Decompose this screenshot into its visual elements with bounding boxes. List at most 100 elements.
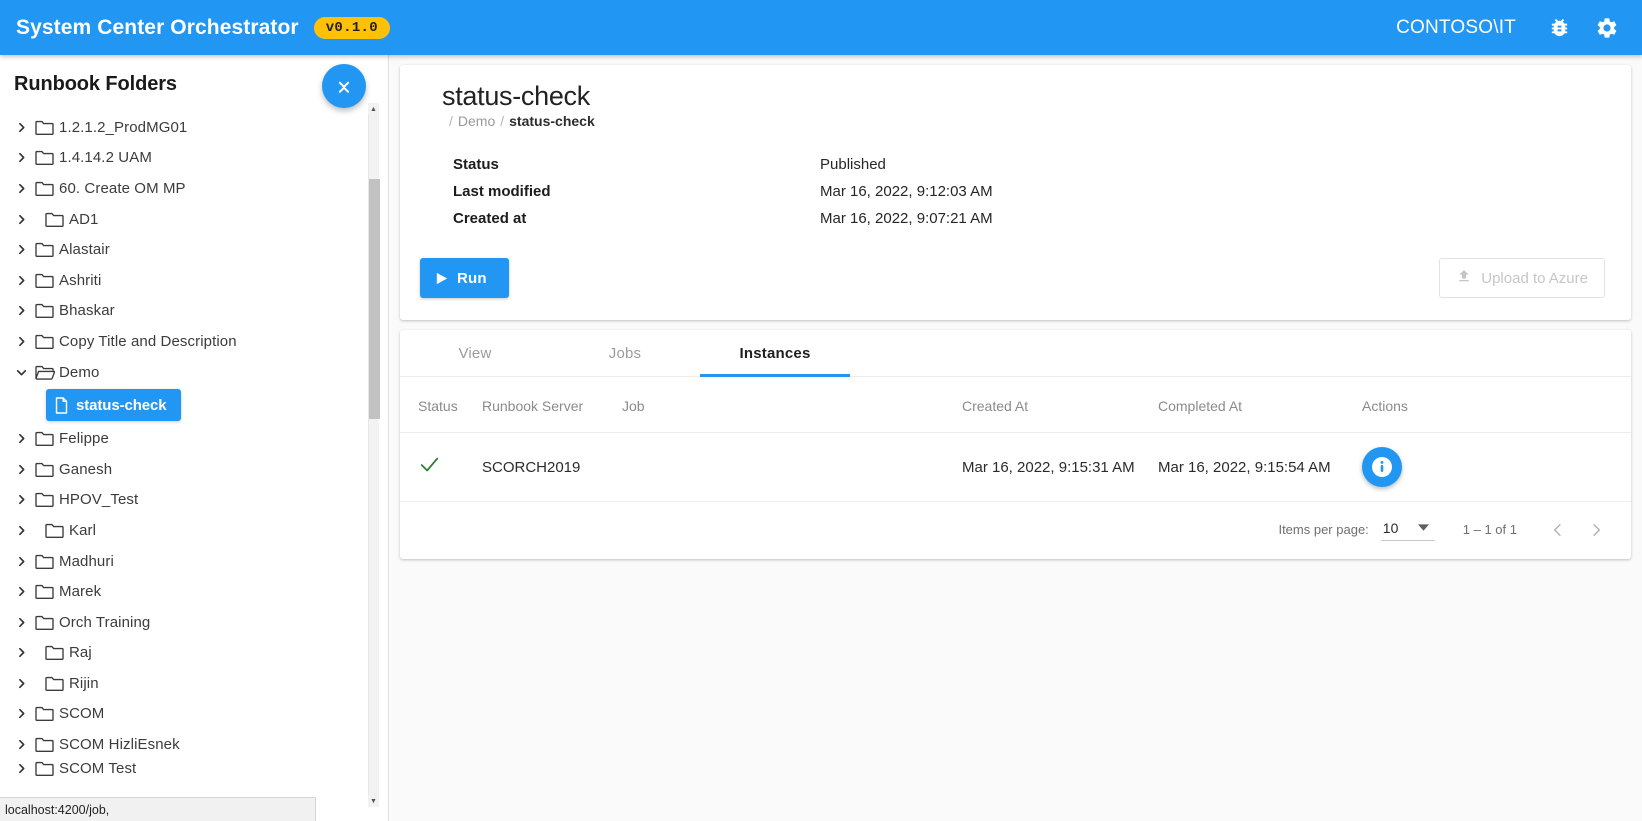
- tree-item-label: Felippe: [59, 430, 109, 447]
- tree-item-folder[interactable]: HPOV_Test: [0, 485, 388, 516]
- tree-item-runbook-selected[interactable]: status-check: [46, 389, 181, 421]
- tree-item-folder[interactable]: Marek: [0, 576, 388, 607]
- tree-item-folder[interactable]: Alastair: [0, 234, 388, 265]
- tree-item-label: HPOV_Test: [59, 491, 138, 508]
- main-content: status-check /Demo/status-check Status P…: [389, 55, 1642, 821]
- tree-item-label: Marek: [59, 583, 101, 600]
- run-button[interactable]: Run: [420, 258, 509, 298]
- top-app-bar: System Center Orchestrator v0.1.0 CONTOS…: [0, 0, 1642, 55]
- scroll-up-arrow[interactable]: ▲: [368, 103, 379, 115]
- tree-item-folder[interactable]: SCOM Test: [0, 760, 388, 778]
- chevron-right-icon[interactable]: [8, 493, 34, 506]
- cell-status: [400, 433, 482, 502]
- runbook-folders-sidebar: Runbook Folders 1.2.1.2_ProdMG01: [0, 55, 389, 821]
- tree-item-folder[interactable]: 60. Create OM MP: [0, 173, 388, 204]
- paginator: Items per page: 10 1 – 1 of 1: [400, 502, 1631, 557]
- tree-item-label: status-check: [76, 397, 167, 414]
- breadcrumb-parent[interactable]: Demo: [458, 113, 495, 129]
- tree-item-folder[interactable]: 1.2.1.2_ProdMG01: [0, 112, 388, 143]
- chevron-right-icon[interactable]: [8, 463, 34, 476]
- chevron-right-icon[interactable]: [8, 646, 34, 659]
- tree-item-folder[interactable]: SCOM: [0, 699, 388, 730]
- upload-to-azure-button[interactable]: Upload to Azure: [1439, 258, 1605, 298]
- tree-item-label: Copy Title and Description: [59, 333, 237, 350]
- chevron-right-icon[interactable]: [8, 585, 34, 598]
- chevron-right-icon[interactable]: [8, 707, 34, 720]
- folder-icon: [34, 491, 55, 508]
- metadata-value: Mar 16, 2022, 9:12:03 AM: [820, 183, 993, 200]
- app-title: System Center Orchestrator: [16, 16, 299, 40]
- column-header-created-at: Created At: [962, 377, 1158, 433]
- tree-item-folder[interactable]: Raj: [0, 638, 388, 669]
- metadata-key: Last modified: [420, 183, 820, 200]
- chevron-right-icon[interactable]: [8, 677, 34, 690]
- upload-icon: [1456, 268, 1472, 288]
- current-user-label: CONTOSO\IT: [1396, 17, 1516, 39]
- tree-item-folder[interactable]: Madhuri: [0, 546, 388, 577]
- chevron-right-icon[interactable]: [8, 182, 34, 195]
- column-header-runbook-server: Runbook Server: [482, 377, 622, 433]
- tree-item-label: Demo: [59, 364, 99, 381]
- chevron-down-icon: [1418, 519, 1429, 537]
- next-page-button[interactable]: [1577, 511, 1615, 549]
- tree-item-label: 1.4.14.2 UAM: [59, 149, 152, 166]
- chevron-right-icon[interactable]: [8, 213, 34, 226]
- tab-view[interactable]: View: [400, 330, 550, 376]
- collapse-all-button[interactable]: [322, 64, 366, 108]
- info-button[interactable]: [1362, 447, 1402, 487]
- runbook-metadata: Status Published Last modified Mar 16, 2…: [420, 151, 1611, 232]
- items-per-page-select[interactable]: 10: [1381, 519, 1435, 541]
- tab-instances[interactable]: Instances: [700, 330, 850, 376]
- tree-item-folder[interactable]: 1.4.14.2 UAM: [0, 143, 388, 174]
- table-head: Status Runbook Server Job Created At Com…: [400, 377, 1631, 433]
- tab-jobs[interactable]: Jobs: [550, 330, 700, 376]
- scroll-down-arrow[interactable]: ▼: [368, 795, 379, 807]
- tree-item-label: SCOM Test: [59, 760, 136, 777]
- bug-icon[interactable]: [1542, 11, 1576, 45]
- metadata-row: Last modified Mar 16, 2022, 9:12:03 AM: [420, 178, 1611, 205]
- tree-item-folder[interactable]: AD1: [0, 204, 388, 235]
- chevron-right-icon[interactable]: [8, 151, 34, 164]
- table-row[interactable]: SCORCH2019 Mar 16, 2022, 9:15:31 AM Mar …: [400, 433, 1631, 502]
- detail-actions: Run Upload to Azure: [420, 258, 1611, 298]
- tree-item-label: Orch Training: [59, 614, 150, 631]
- tree-item-folder[interactable]: Ashriti: [0, 265, 388, 296]
- chevron-right-icon[interactable]: [8, 524, 34, 537]
- metadata-row: Status Published: [420, 151, 1611, 178]
- tree-item-folder[interactable]: Felippe: [0, 423, 388, 454]
- chevron-right-icon[interactable]: [8, 274, 34, 287]
- chevron-right-icon[interactable]: [8, 432, 34, 445]
- sidebar-scrollbar-track[interactable]: [368, 115, 379, 807]
- tree-item-folder[interactable]: Bhaskar: [0, 296, 388, 327]
- tree-item-folder[interactable]: SCOM HizliEsnek: [0, 729, 388, 760]
- chevron-right-icon[interactable]: [8, 243, 34, 256]
- chevron-right-icon[interactable]: [8, 555, 34, 568]
- gear-icon[interactable]: [1590, 11, 1624, 45]
- previous-page-button[interactable]: [1539, 511, 1577, 549]
- tree-item-folder[interactable]: Orch Training: [0, 607, 388, 638]
- chevron-right-icon[interactable]: [8, 121, 34, 134]
- chevron-down-icon[interactable]: [8, 366, 34, 379]
- metadata-value: Published: [820, 156, 886, 173]
- tree-item-folder-demo[interactable]: Demo: [0, 357, 388, 388]
- chevron-right-icon[interactable]: [8, 738, 34, 751]
- cell-job: [622, 433, 962, 502]
- folder-icon: [34, 553, 55, 570]
- tree-item-label: 60. Create OM MP: [59, 180, 186, 197]
- run-button-label: Run: [457, 270, 487, 287]
- chevron-right-icon[interactable]: [8, 616, 34, 629]
- tree-item-folder[interactable]: Rijin: [0, 668, 388, 699]
- chevron-right-icon[interactable]: [8, 762, 34, 775]
- breadcrumb-current: status-check: [509, 113, 595, 129]
- tree-item-label: Rijin: [69, 675, 99, 692]
- tree-item-folder[interactable]: Karl: [0, 515, 388, 546]
- folder-icon: [44, 211, 65, 228]
- breadcrumb-root: /: [449, 113, 453, 129]
- column-header-completed-at: Completed At: [1158, 377, 1358, 433]
- tree-item-folder[interactable]: Copy Title and Description: [0, 326, 388, 357]
- chevron-right-icon[interactable]: [8, 304, 34, 317]
- page-title: status-check: [442, 81, 1611, 112]
- chevron-right-icon[interactable]: [8, 335, 34, 348]
- sidebar-scrollbar-thumb[interactable]: [369, 179, 380, 419]
- tree-item-folder[interactable]: Ganesh: [0, 454, 388, 485]
